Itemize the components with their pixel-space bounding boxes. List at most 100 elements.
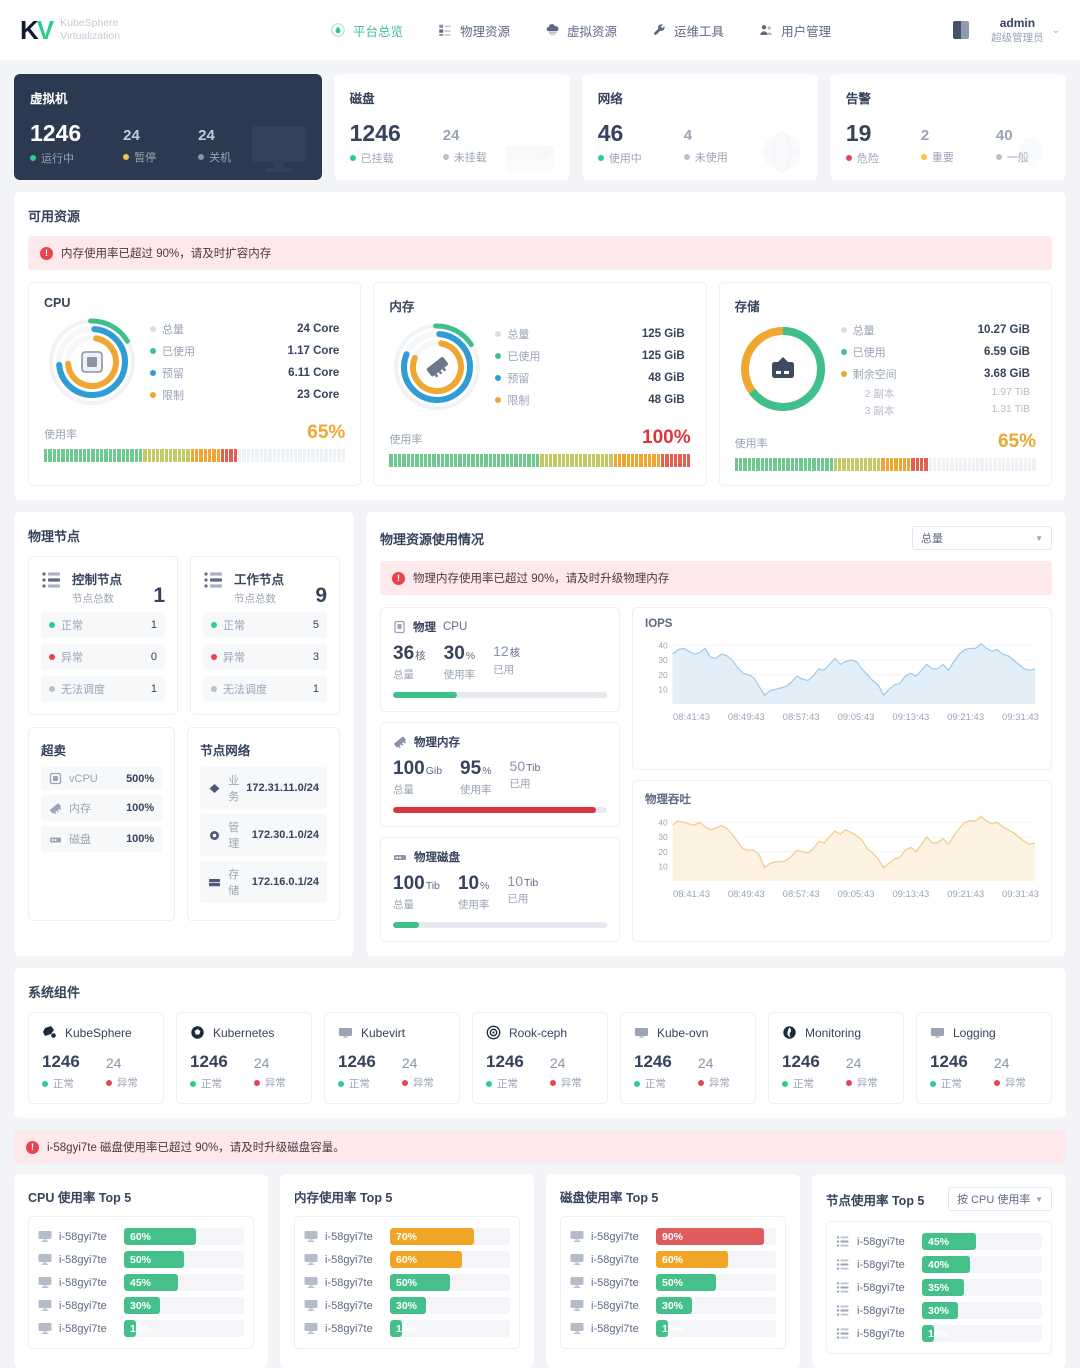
top5-item[interactable]: i-58gyi7te 30%	[836, 1299, 1042, 1322]
usage-tick	[156, 449, 160, 462]
usage-tick	[302, 449, 307, 462]
top5-item[interactable]: i-58gyi7te 45%	[38, 1271, 244, 1294]
usage-tick	[113, 449, 117, 462]
stat-card-vm[interactable]: 虚拟机 1246 运行中 24 暂停 24 关机	[14, 74, 322, 180]
component-card-kubernetes[interactable]: Kubernetes 1246 正常 24 异常	[176, 1012, 312, 1104]
component-card-kubevirt[interactable]: Kubevirt 1246 正常 24 异常	[324, 1012, 460, 1104]
top5-item[interactable]: i-58gyi7te 50%	[304, 1271, 510, 1294]
top5-item[interactable]: i-58gyi7te 10%	[304, 1317, 510, 1340]
nav-item-user-management[interactable]: 用户管理	[758, 21, 831, 40]
stat-label: 暂停	[123, 149, 156, 165]
top5-item[interactable]: i-58gyi7te 10%	[38, 1317, 244, 1340]
nav-item-ops-tools[interactable]: 运维工具	[651, 21, 724, 40]
physical-usage-scope-select[interactable]: 总量 ▼	[912, 526, 1052, 550]
top5-item[interactable]: i-58gyi7te 30%	[570, 1294, 776, 1317]
stat-metric: 24 暂停	[123, 121, 156, 166]
top5-item[interactable]: i-58gyi7te 35%	[836, 1276, 1042, 1299]
top5-list: i-58gyi7te 90% i-58gyi7te 60% i-58gyi7te…	[560, 1216, 786, 1349]
phys-metric: 12核 已用	[493, 643, 521, 676]
svg-text:40: 40	[658, 817, 668, 827]
user-menu[interactable]: admin 超级管理员 ⌄	[991, 16, 1060, 45]
usage-tick	[764, 458, 769, 471]
section-title: 物理资源使用情况	[380, 531, 485, 547]
usage-tick	[56, 449, 61, 462]
main-nav: 平台总览 物理资源 虚拟资源 运维工具 用户管理	[330, 21, 953, 40]
usage-tick	[920, 458, 924, 471]
node-top5-sort-select[interactable]: 按 CPU 使用率 ▼	[948, 1187, 1052, 1211]
logo-line-2: Virtualization	[60, 30, 121, 42]
stat-label: 未使用	[683, 149, 728, 165]
nav-item-overview[interactable]: 平台总览	[330, 21, 403, 40]
chart-title: IOPS	[645, 618, 673, 630]
usage-tick	[484, 454, 488, 467]
usage-tick	[734, 458, 738, 471]
usage-tick	[471, 454, 475, 467]
storage-usage-ticks	[734, 458, 1036, 471]
physical-memory-box: 物理内存 100Gib 总量 95% 使用率 50Tib 已用	[380, 722, 620, 827]
docs-icon[interactable]	[953, 21, 970, 39]
usage-tick	[682, 454, 686, 467]
cloud-icon	[544, 22, 560, 38]
top5-item[interactable]: i-58gyi7te 10%	[570, 1317, 776, 1340]
component-card-kube-ovn[interactable]: Kube-ovn 1246 正常 24 异常	[620, 1012, 756, 1104]
top5-item[interactable]: i-58gyi7te 70%	[304, 1225, 510, 1248]
top5-item[interactable]: i-58gyi7te 30%	[304, 1294, 510, 1317]
top5-item[interactable]: i-58gyi7te 45%	[836, 1230, 1042, 1253]
logo[interactable]: KV KubeSphere Virtualization	[20, 17, 320, 43]
usage-tick	[1032, 458, 1036, 471]
stat-card-network[interactable]: 网络 46 使用中 4 未使用	[581, 74, 818, 180]
logo-line-1: KubeSphere	[60, 16, 119, 29]
user-name: admin	[999, 15, 1036, 30]
screen-icon	[38, 1299, 52, 1312]
usage-tick	[1006, 458, 1010, 471]
screen-icon	[570, 1299, 584, 1312]
stat-card-disk[interactable]: 磁盘 1246 已挂载 24 未挂载	[333, 74, 570, 180]
component-card-monitoring[interactable]: Monitoring 1246 正常 24 异常	[768, 1012, 904, 1104]
kubesphere-icon	[42, 1025, 57, 1040]
screen-icon	[304, 1299, 318, 1312]
top5-item[interactable]: i-58gyi7te 60%	[304, 1248, 510, 1271]
top5-item[interactable]: i-58gyi7te 10%	[836, 1322, 1042, 1345]
usage-tick	[626, 454, 630, 467]
available-resources-section: 可用资源 ! 内存使用率已超过 90%，请及时扩容内存 CPU 总量 24 Co…	[14, 192, 1066, 500]
usage-tick	[820, 458, 825, 471]
usage-tick	[609, 454, 613, 467]
component-card-logging[interactable]: Logging 1246 正常 24 异常	[916, 1012, 1052, 1104]
usage-tick	[44, 449, 48, 462]
top5-panel-node: 节点使用率 Top 5 按 CPU 使用率 ▼ i-58gyi7te 45% i…	[812, 1174, 1066, 1368]
top5-item-bar-fill: 30%	[922, 1302, 958, 1319]
usage-tick	[125, 449, 130, 462]
chevron-down-icon[interactable]: ⌄	[1052, 25, 1060, 36]
node-stat-row: 无法调度 1	[41, 676, 165, 702]
top5-item[interactable]: i-58gyi7te 40%	[836, 1253, 1042, 1276]
top5-item[interactable]: i-58gyi7te 50%	[570, 1271, 776, 1294]
storage-icon	[208, 876, 221, 889]
overcommit-row: vCPU 500%	[41, 767, 163, 790]
top5-item[interactable]: i-58gyi7te 60%	[38, 1225, 244, 1248]
top5-item[interactable]: i-58gyi7te 90%	[570, 1225, 776, 1248]
top5-item[interactable]: i-58gyi7te 50%	[38, 1248, 244, 1271]
nav-item-physical-resources[interactable]: 物理资源	[437, 21, 510, 40]
monitoring-icon	[782, 1025, 797, 1040]
usage-tick	[160, 449, 164, 462]
usage-tick	[531, 454, 535, 467]
stat-metric: 24 未挂载	[442, 121, 487, 166]
component-ok: 1246 正常	[634, 1052, 672, 1090]
component-ok: 1246 正常	[782, 1052, 820, 1090]
top5-item-bar-fill: 50%	[656, 1274, 716, 1291]
top5-item[interactable]: i-58gyi7te 30%	[38, 1294, 244, 1317]
usage-tick	[782, 458, 786, 471]
component-err: 24 异常	[697, 1055, 730, 1089]
stat-card-alerts[interactable]: 告警 19 危险 2 重要 40 一般	[829, 74, 1067, 180]
nav-item-virtual-resources[interactable]: 虚拟资源	[544, 21, 617, 40]
top5-item-bar-track: 45%	[124, 1274, 244, 1291]
iops-chart-card: IOPS 10 20 30 40 08:41:43 08:49:43 08:57:43 09…	[632, 607, 1052, 770]
top5-item-bar-fill: 45%	[922, 1233, 976, 1250]
component-card-rook-ceph[interactable]: Rook-ceph 1246 正常 24 异常	[472, 1012, 608, 1104]
physical-memory-alert-banner: ! 物理内存使用率已超过 90%，请及时升级物理内存	[380, 561, 1052, 595]
component-card-kubesphere[interactable]: KubeSphere 1246 正常 24 异常	[28, 1012, 164, 1104]
top5-item[interactable]: i-58gyi7te 60%	[570, 1248, 776, 1271]
usage-tick	[1023, 458, 1027, 471]
usage-tick	[436, 454, 441, 467]
select-value: 按 CPU 使用率	[957, 1194, 1031, 1206]
